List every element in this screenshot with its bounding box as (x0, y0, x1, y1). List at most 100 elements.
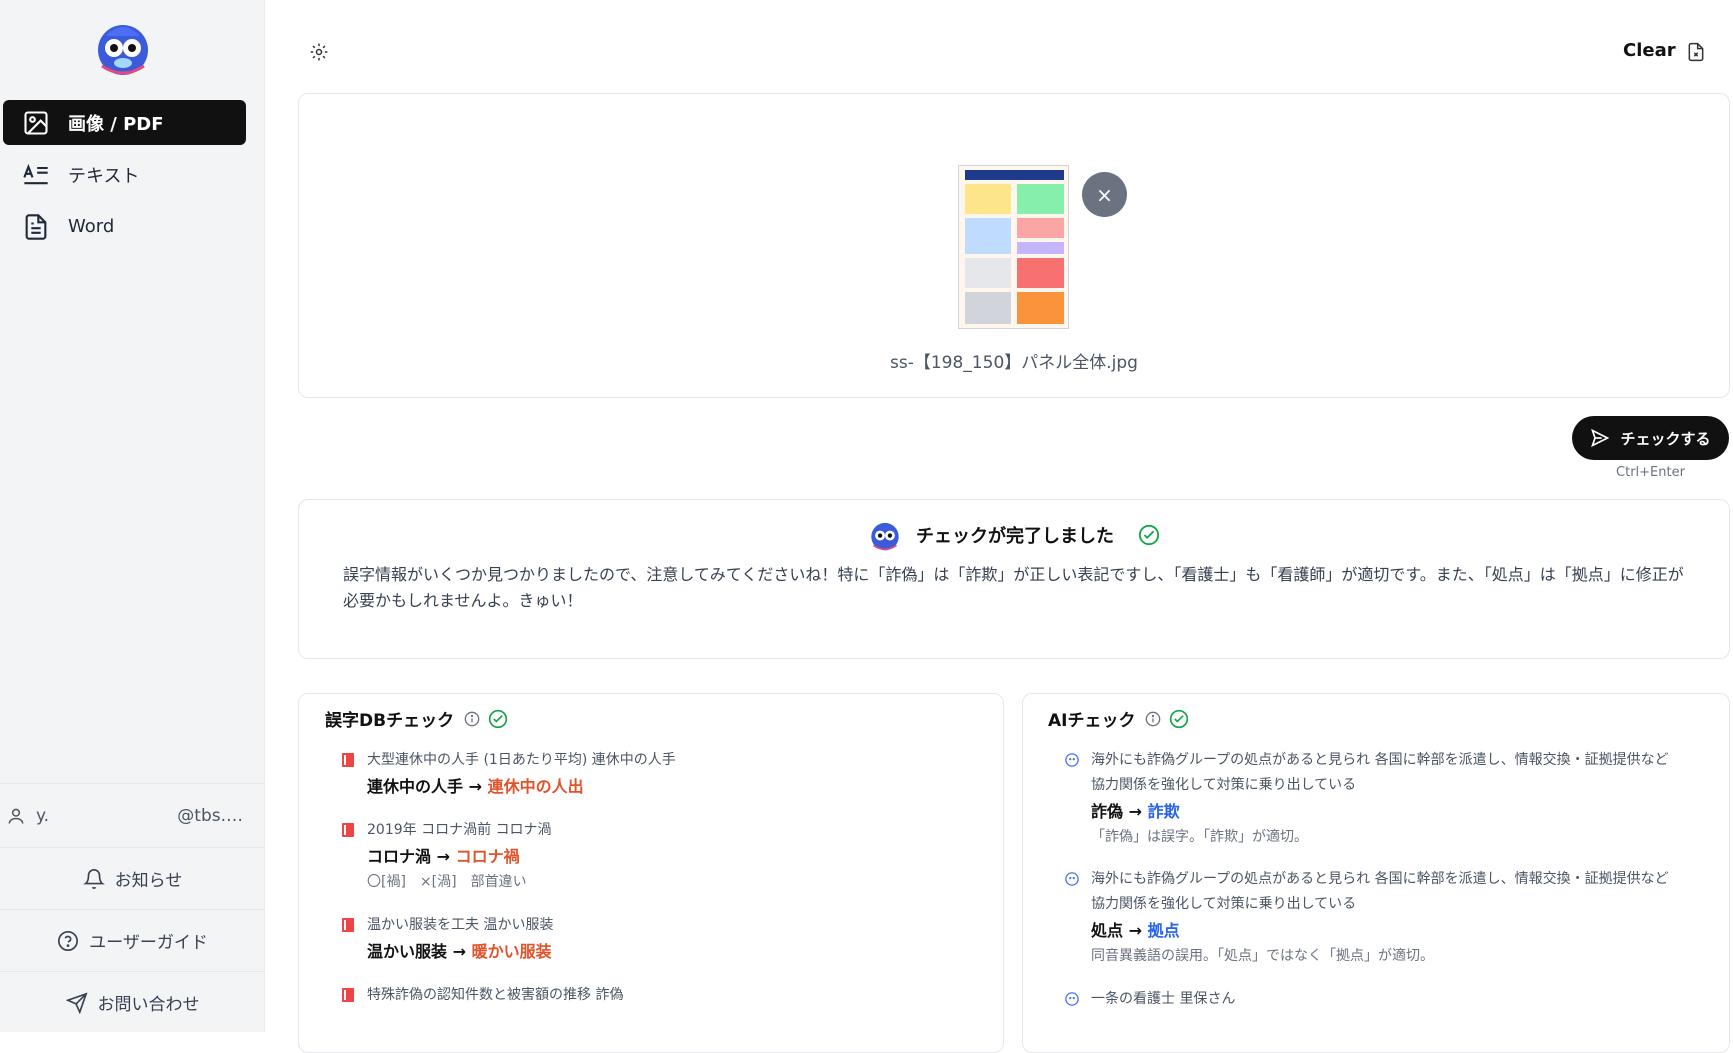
entry-to: 詐欺 (1147, 802, 1180, 821)
info-icon[interactable] (464, 711, 480, 727)
entry-from: 処点 (1091, 921, 1124, 940)
entry-source-text: 一条の看護士 里保さん (1091, 991, 1236, 1007)
entry-source: 温かい服装を工夫 温かい服装 (341, 913, 983, 938)
entry-note: 「詐偽」は誤字。「詐欺」が適切。 (1091, 829, 1308, 845)
contact-label: お問い合わせ (97, 995, 200, 1015)
entry-from: 温かい服装 (367, 942, 448, 961)
entry-from: 連休中の人手 (367, 777, 464, 796)
shortcut-hint: Ctrl+Enter (1616, 465, 1685, 480)
entry-to: 暖かい服装 (471, 942, 552, 961)
entry-source: 海外にも詐偽グループの処点があると見られ 各国に幹部を派遣し、情報交換・証拠提供… (1065, 748, 1685, 798)
list-item[interactable]: 一条の看護士 里保さん (1065, 987, 1685, 1012)
uploaded-image-thumbnail (958, 165, 1069, 329)
entry-source-text: 大型連休中の人手 (1日あたり平均) 連休中の人手 (367, 752, 676, 768)
mascot-icon (871, 522, 899, 551)
entry-source-text: 特殊詐偽の認知件数と被害額の推移 詐偽 (367, 987, 624, 1003)
send-icon (1591, 428, 1610, 448)
result-message: 誤字情報がいくつか見つかりましたので、注意してみてくださいね！特に「詐偽」は「詐… (343, 565, 1684, 610)
entry-source-text: 海外にも詐偽グループの処点があると見られ 各国に幹部を派遣し、情報交換・証拠提供… (1091, 871, 1669, 912)
entry-from: コロナ渦 (367, 847, 432, 866)
remove-image-button[interactable]: × (1082, 172, 1127, 217)
book-icon (342, 823, 354, 837)
db-check-panel: 誤字DBチェック 大型連休中の人手 (1日あたり平均) 連休中の人手 連休中の人… (298, 693, 1004, 1053)
ai-check-panel: AIチェック 海外にも詐偽グループの処点があると見られ 各国に幹部を派遣し、情報… (1022, 693, 1730, 1053)
list-item[interactable]: 大型連休中の人手 (1日あたり平均) 連休中の人手 連休中の人手 → 連休中の人… (341, 748, 983, 800)
thumbnail-image-icon (965, 170, 1064, 324)
text-icon (23, 163, 48, 184)
ai-mascot-icon (1065, 872, 1079, 886)
entry-to: コロナ禍 (455, 847, 520, 866)
check-circle-icon (488, 709, 508, 728)
entry-source: 特殊詐偽の認知件数と被害額の推移 詐偽 (341, 983, 983, 1008)
book-icon (342, 918, 354, 932)
uploaded-filename: ss-【198_150】パネル全体.jpg (890, 353, 1138, 373)
image-icon (24, 110, 48, 135)
entry-correction: 温かい服装 → 暖かい服装 (367, 938, 983, 965)
bell-icon (82, 868, 105, 889)
entry-correction: 連休中の人手 → 連休中の人出 (367, 773, 983, 800)
settings-gear-icon[interactable] (309, 42, 329, 62)
ai-mascot-icon (1065, 992, 1079, 1006)
entry-source: 2019年 コロナ渦前 コロナ渦 (341, 818, 983, 843)
nav-item-image-pdf[interactable]: 画像 / PDF (3, 100, 246, 145)
send-icon (65, 991, 88, 1014)
entry-source-text: 温かい服装を工夫 温かい服装 (367, 917, 554, 933)
check-circle-icon (1138, 524, 1160, 546)
list-item[interactable]: 温かい服装を工夫 温かい服装 温かい服装 → 暖かい服装 (341, 913, 983, 965)
document-icon (25, 213, 47, 240)
nav-item-label: 画像 / PDF (68, 113, 164, 135)
result-title: チェックが完了しました (916, 526, 1114, 547)
upload-area[interactable]: × ss-【198_150】パネル全体.jpg (298, 93, 1730, 398)
user-name: y. (36, 805, 50, 826)
entry-source-text: 2019年 コロナ渦前 コロナ渦 (367, 822, 552, 838)
book-icon (342, 988, 354, 1002)
entry-correction: 処点 → 拠点 (1091, 917, 1685, 944)
notifications-link[interactable]: お知らせ (0, 847, 265, 909)
entry-to: 拠点 (1147, 921, 1180, 940)
entry-source-text: 海外にも詐偽グループの処点があると見られ 各国に幹部を派遣し、情報交換・証拠提供… (1091, 752, 1669, 793)
sidebar-footer: y. @tbs.… お知らせ ユーザーガイド お問い合わせ (0, 783, 265, 1033)
list-item[interactable]: 海外にも詐偽グループの処点があると見られ 各国に幹部を派遣し、情報交換・証拠提供… (1065, 867, 1685, 968)
check-circle-icon (1170, 709, 1189, 728)
file-icon[interactable] (1686, 42, 1706, 62)
entry-source: 大型連休中の人手 (1日あたり平均) 連休中の人手 (341, 748, 983, 773)
user-icon (8, 808, 24, 824)
entry-correction: 詐偽 → 詐欺 (1091, 798, 1685, 825)
sidebar-nav: 画像 / PDF テキスト Word (3, 100, 246, 256)
arrow: → (436, 847, 450, 866)
nav-item-word[interactable]: Word (3, 204, 246, 249)
list-item[interactable]: 2019年 コロナ渦前 コロナ渦 コロナ渦 → コロナ禍 〇[禍] ×[渦] 部… (341, 818, 983, 894)
mascot-logo[interactable] (92, 16, 154, 78)
entry-source: 一条の看護士 里保さん (1065, 987, 1685, 1012)
entry-note: 〇[禍] ×[渦] 部首違い (367, 874, 527, 890)
nav-item-label: Word (68, 216, 115, 237)
db-check-title-text: 誤字DBチェック (325, 711, 455, 731)
entry-to: 連休中の人出 (487, 777, 584, 796)
entry-note: 同音異義語の誤用。「処点」ではなく「拠点」が適切。 (1091, 948, 1434, 964)
db-check-title: 誤字DBチェック (325, 706, 508, 731)
ai-mascot-icon (1065, 753, 1079, 767)
nav-item-label: テキスト (68, 165, 140, 187)
list-item[interactable]: 特殊詐偽の認知件数と被害額の推移 詐偽 (341, 983, 983, 1008)
contact-link[interactable]: お問い合わせ (0, 971, 265, 1033)
result-summary: チェックが完了しました 誤字情報がいくつか見つかりましたので、注意してみてくださ… (298, 499, 1730, 659)
user-account[interactable]: y. @tbs.… (0, 783, 265, 847)
clear-button[interactable]: Clear (1623, 40, 1676, 61)
list-item[interactable]: 海外にも詐偽グループの処点があると見られ 各国に幹部を派遣し、情報交換・証拠提供… (1065, 748, 1685, 849)
entry-from: 詐偽 (1091, 802, 1124, 821)
arrow: → (452, 942, 466, 961)
info-icon[interactable] (1145, 711, 1161, 727)
result-header: チェックが完了しました (299, 518, 1729, 552)
ai-check-title: AIチェック (1048, 706, 1189, 731)
user-guide-link[interactable]: ユーザーガイド (0, 909, 265, 971)
help-circle-icon (58, 930, 79, 951)
sidebar: 画像 / PDF テキスト Word y. @tbs.… お知らせ ユーザーガイ… (0, 0, 265, 1032)
notifications-label: お知らせ (114, 871, 183, 891)
nav-item-text[interactable]: テキスト (3, 152, 246, 197)
entry-source: 海外にも詐偽グループの処点があると見られ 各国に幹部を派遣し、情報交換・証拠提供… (1065, 867, 1685, 917)
ai-check-title-text: AIチェック (1048, 711, 1136, 731)
arrow: → (1128, 802, 1142, 821)
arrow: → (468, 777, 482, 796)
arrow: → (1128, 921, 1142, 940)
check-button[interactable]: チェックする (1572, 416, 1729, 460)
